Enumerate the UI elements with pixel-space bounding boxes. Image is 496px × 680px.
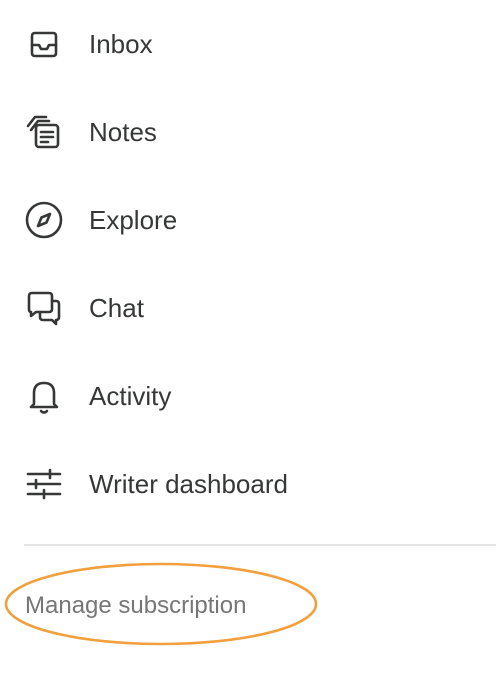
menu-item-label: Notes	[89, 117, 157, 147]
menu-item-label: Chat	[89, 293, 144, 323]
sliders-icon	[24, 464, 64, 504]
chat-bubbles-icon	[24, 288, 64, 328]
menu-item-writer-dashboard[interactable]: Writer dashboard	[0, 454, 496, 514]
menu-item-label: Activity	[89, 381, 172, 411]
menu-item-activity[interactable]: Activity	[0, 366, 496, 426]
menu-item-chat[interactable]: Chat	[0, 278, 496, 338]
bell-icon	[24, 376, 64, 416]
menu-item-notes[interactable]: Notes	[0, 102, 496, 162]
menu-item-explore[interactable]: Explore	[0, 190, 496, 250]
compass-icon	[24, 200, 64, 240]
highlight-ellipse	[4, 562, 318, 646]
notes-icon	[24, 112, 64, 152]
inbox-icon	[24, 24, 64, 64]
menu-item-label: Writer dashboard	[89, 469, 288, 499]
menu-divider	[24, 544, 496, 546]
menu-item-label: Explore	[89, 205, 178, 235]
menu-item-label: Inbox	[89, 29, 153, 59]
menu-item-inbox[interactable]: Inbox	[0, 14, 496, 74]
